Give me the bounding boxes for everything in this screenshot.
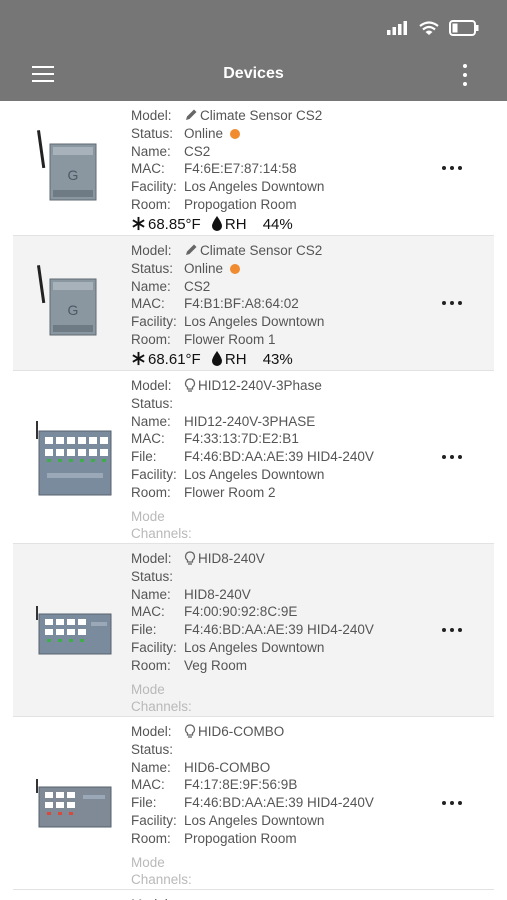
water-drop-icon bbox=[211, 350, 222, 366]
climate-sensor-image: G bbox=[36, 265, 97, 336]
list-item[interactable]: Model: HID12-240V-3Phase Status: Name: HID… bbox=[13, 371, 494, 544]
device-list[interactable]: G Model: Climate Sensor CS2 Status: Online… bbox=[13, 101, 494, 900]
temperature-value: 68.85°F bbox=[148, 215, 201, 233]
more-options-icon[interactable] bbox=[442, 623, 462, 637]
list-item[interactable]: Model: HID8-240V Status: Name: HID8-240V M… bbox=[13, 544, 494, 717]
snowflake-icon bbox=[132, 216, 145, 230]
status-online-dot bbox=[230, 128, 241, 139]
climate-sensor-image: G bbox=[36, 130, 97, 201]
pencil-icon bbox=[186, 109, 197, 120]
more-options-icon[interactable] bbox=[442, 296, 462, 310]
status-online-dot bbox=[230, 263, 241, 274]
wifi-icon bbox=[419, 20, 439, 35]
humidity-value: 43% bbox=[262, 350, 293, 368]
more-options-icon[interactable] bbox=[442, 796, 462, 810]
water-drop-icon bbox=[211, 215, 222, 231]
lighting-controller-image bbox=[36, 779, 112, 828]
lightbulb-icon bbox=[184, 551, 196, 565]
lighting-controller-image bbox=[36, 606, 112, 655]
app-bar: Devices bbox=[0, 56, 507, 101]
overflow-menu-icon[interactable] bbox=[461, 64, 469, 86]
list-item[interactable]: G Model: Climate Sensor CS2 Status: Online… bbox=[13, 101, 494, 236]
pencil-icon bbox=[186, 244, 197, 255]
more-options-icon[interactable] bbox=[442, 161, 462, 175]
svg-text:G: G bbox=[68, 167, 79, 183]
lightbulb-icon bbox=[184, 378, 196, 392]
battery-icon bbox=[449, 20, 479, 36]
svg-text:G: G bbox=[68, 302, 79, 318]
page-title: Devices bbox=[223, 65, 284, 82]
list-item[interactable]: Model: bbox=[13, 890, 494, 900]
status-bar bbox=[0, 0, 507, 56]
cellular-signal-icon bbox=[387, 21, 407, 35]
temperature-value: 68.61°F bbox=[148, 350, 201, 368]
list-item[interactable]: Model: HID6-COMBO Status: Name: HID6-COMBO… bbox=[13, 717, 494, 890]
snowflake-icon bbox=[132, 351, 145, 365]
humidity-value: 44% bbox=[262, 215, 293, 233]
lightbulb-icon bbox=[184, 724, 196, 738]
more-options-icon[interactable] bbox=[442, 450, 462, 464]
list-item[interactable]: G Model: Climate Sensor CS2 Status: Online… bbox=[13, 236, 494, 371]
lighting-controller-image bbox=[36, 421, 112, 496]
